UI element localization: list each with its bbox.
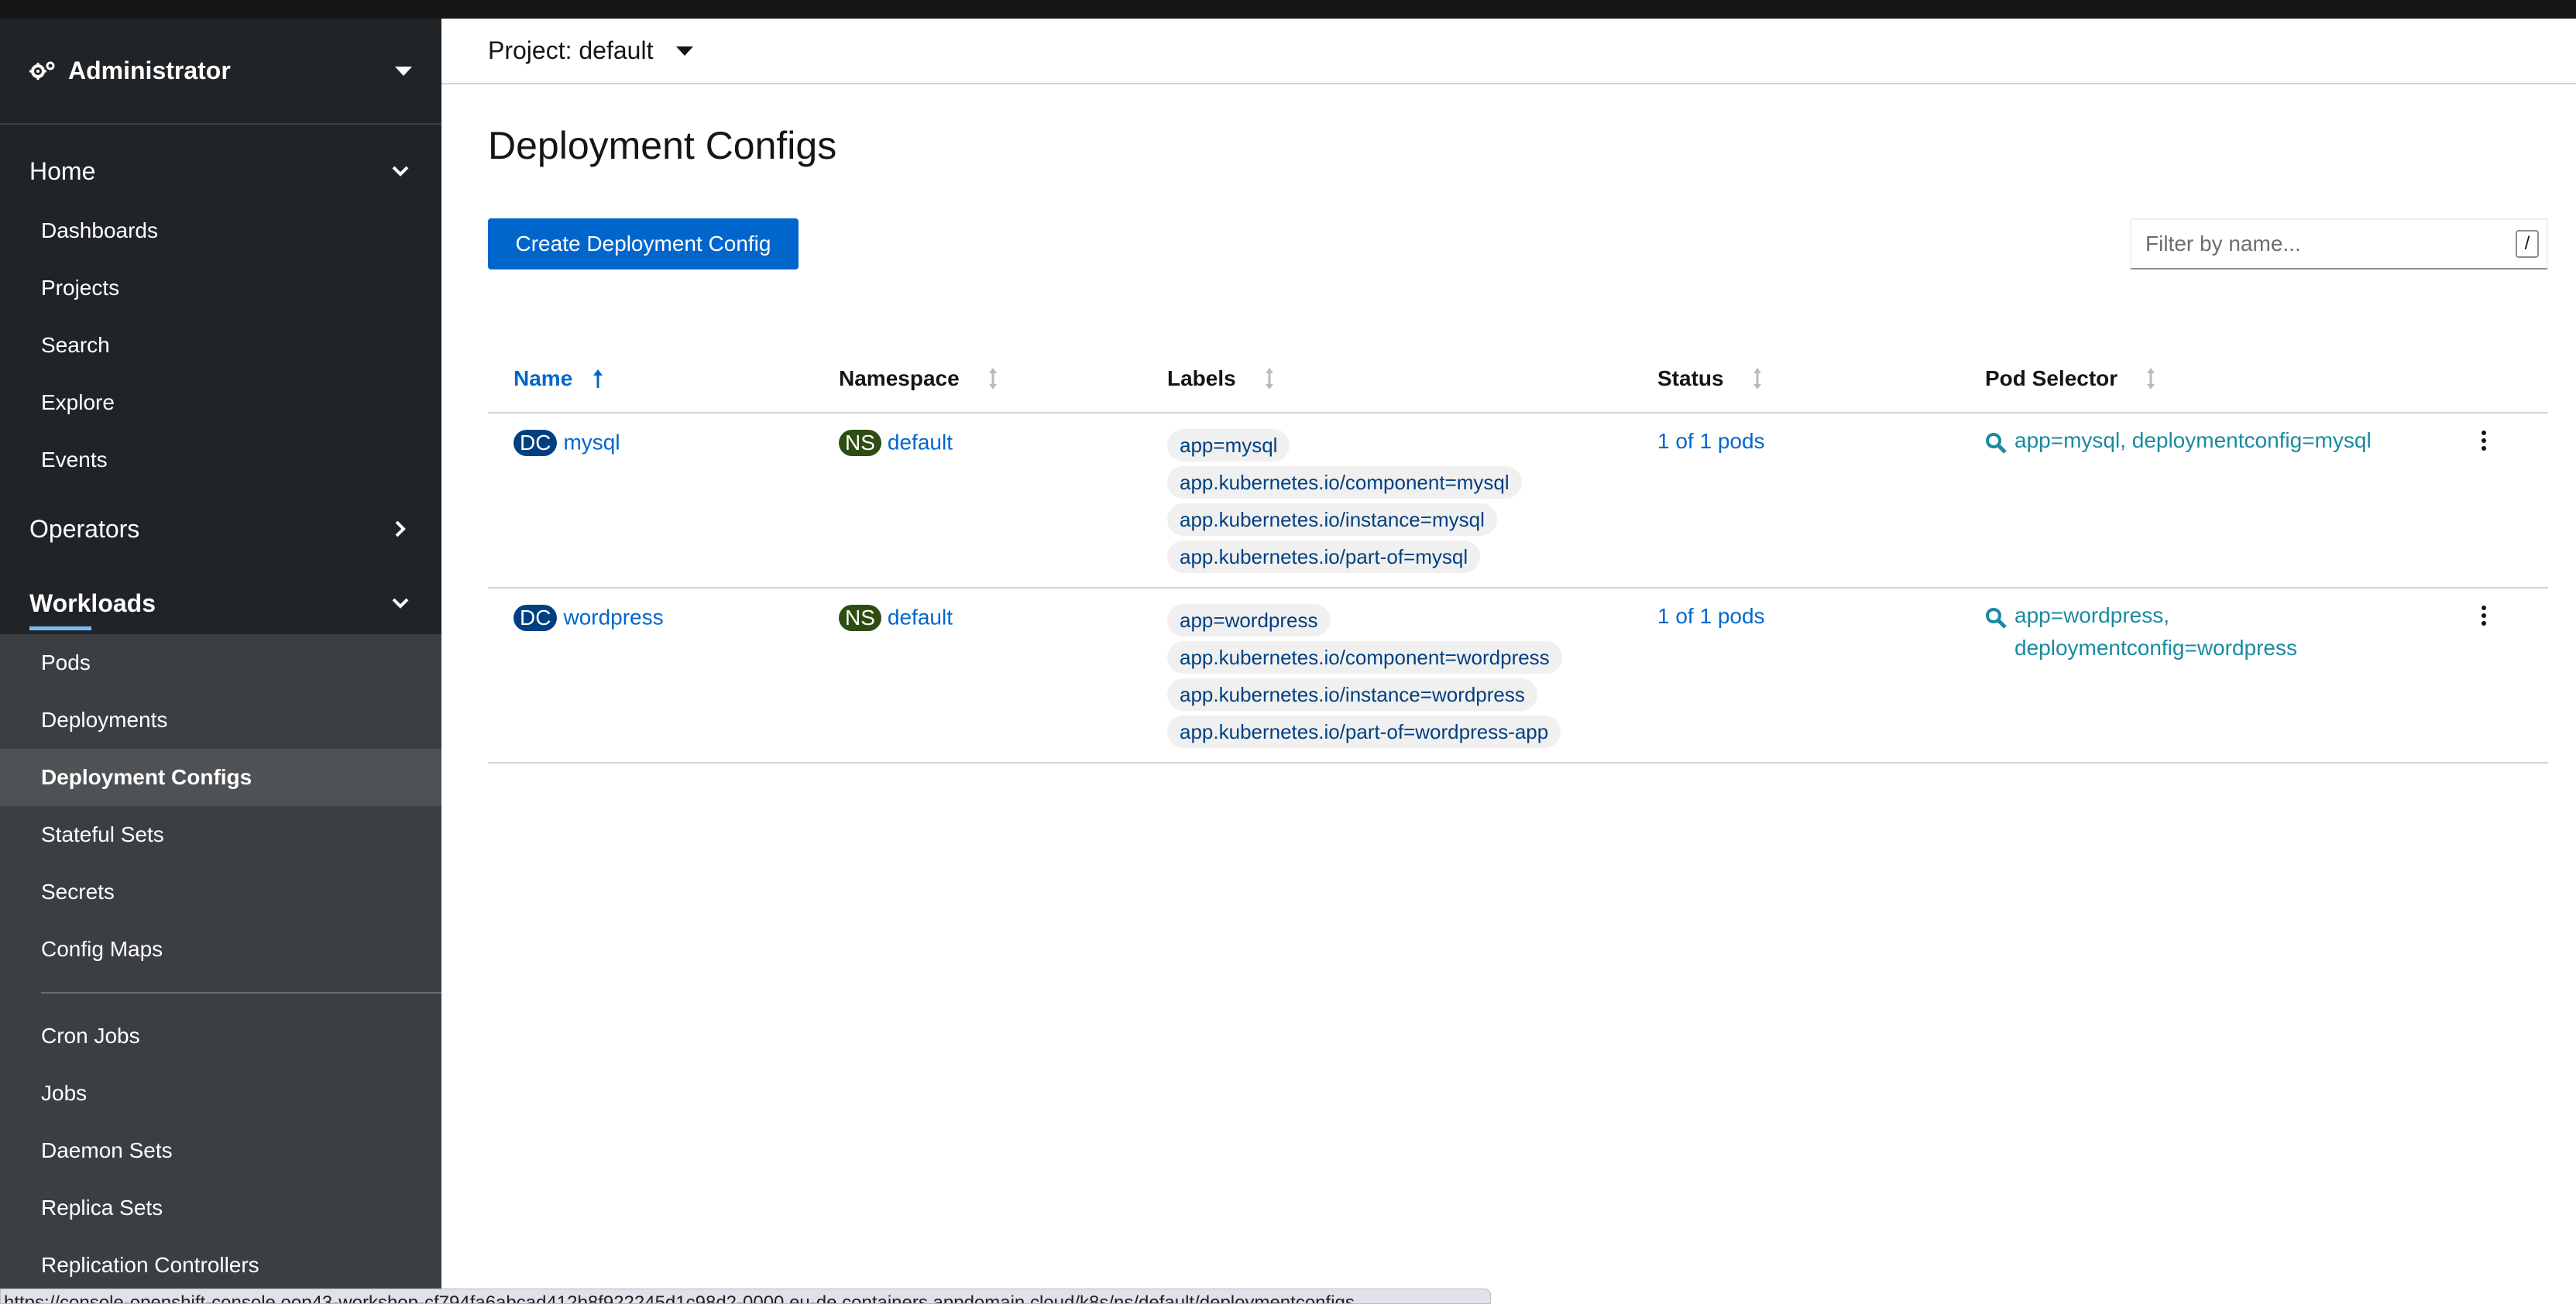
table-row: DC wordpress NS default app=wordpress app.… [488, 589, 2548, 764]
sidebar-item-cron-jobs[interactable]: Cron Jobs [0, 1007, 441, 1065]
label-chip[interactable]: app.kubernetes.io/instance=mysql [1167, 503, 1497, 536]
table-row: DC mysql NS default app=mysql app.kubernet… [488, 414, 2548, 589]
label-chip[interactable]: app=mysql [1167, 429, 1290, 462]
pod-selector-cell[interactable]: app=mysql, deploymentconfig=mysql [1985, 424, 2372, 463]
sort-icon [987, 367, 998, 390]
pod-selector-line: app=mysql, deploymentconfig=mysql [2014, 428, 2372, 452]
perspective-label: Administrator [68, 57, 231, 84]
pod-selector-line: deploymentconfig=wordpress [2014, 636, 2297, 660]
labels-cell: app=wordpress app.kubernetes.io/componen… [1167, 604, 1562, 748]
namespace-link[interactable]: default [888, 431, 953, 455]
deployment-config-link[interactable]: mysql [563, 431, 620, 455]
nav-section-home-label: Home [29, 156, 96, 185]
name-cell: DC wordpress [513, 604, 664, 631]
label-chip[interactable]: app.kubernetes.io/instance=wordpress [1167, 678, 1537, 711]
chevron-right-icon [389, 517, 412, 540]
pod-selector-text: app=mysql, deploymentconfig=mysql [2014, 424, 2372, 457]
deployment-config-link[interactable]: wordpress [563, 606, 663, 630]
column-header-pod-selector-label: Pod Selector [1985, 366, 2118, 390]
sidebar-item-search[interactable]: Search [0, 317, 441, 374]
cogs-icon [29, 58, 56, 84]
sidebar-item-config-maps[interactable]: Config Maps [0, 921, 441, 978]
caret-down-icon[interactable] [676, 46, 694, 56]
sidebar-item-dashboards[interactable]: Dashboards [0, 202, 441, 259]
nav-workloads-items: Pods Deployments Deployment Configs Stat… [0, 634, 441, 1294]
sidebar-item-secrets[interactable]: Secrets [0, 863, 441, 921]
namespace-link[interactable]: default [888, 606, 953, 630]
sidebar: Administrator Home Dashboards Projects S… [0, 19, 441, 1304]
kebab-menu-icon[interactable] [2479, 606, 2488, 626]
label-chip[interactable]: app.kubernetes.io/component=mysql [1167, 466, 1522, 499]
label-chip[interactable]: app.kubernetes.io/component=wordpress [1167, 641, 1562, 674]
page-title: Deployment Configs [488, 124, 837, 167]
table-header: Name Namespace Labels Status Pod Selecto… [488, 344, 2548, 414]
sidebar-item-replication-controllers[interactable]: Replication Controllers [0, 1237, 441, 1294]
column-header-namespace-label: Namespace [839, 366, 960, 390]
column-header-name-label: Name [513, 366, 573, 390]
sidebar-item-deployments[interactable]: Deployments [0, 691, 441, 749]
search-icon [1985, 606, 2007, 638]
filter-by-name-input[interactable] [2144, 231, 2516, 257]
main-content: Project: default Deployment Configs Crea… [441, 19, 2576, 1304]
nav-home-items: Dashboards Projects Search Explore Event… [0, 202, 441, 489]
keyboard-shortcut-hint: / [2516, 230, 2539, 258]
ns-badge: NS [839, 429, 881, 456]
column-header-pod-selector[interactable]: Pod Selector [1985, 344, 2156, 414]
sidebar-item-pods[interactable]: Pods [0, 634, 441, 691]
name-cell: DC mysql [513, 429, 620, 456]
column-header-labels-label: Labels [1167, 366, 1236, 390]
browser-status-url: https://console-openshift-console.oop43-… [0, 1289, 1491, 1304]
column-header-labels[interactable]: Labels [1167, 344, 1275, 414]
sort-icon [1752, 367, 1763, 390]
sidebar-item-stateful-sets[interactable]: Stateful Sets [0, 806, 441, 863]
column-header-status[interactable]: Status [1657, 344, 1763, 414]
label-chip[interactable]: app=wordpress [1167, 604, 1331, 637]
search-icon [1985, 431, 2007, 463]
browser-top-bar [0, 0, 2576, 19]
sort-icon [2145, 367, 2156, 390]
label-chip[interactable]: app.kubernetes.io/part-of=mysql [1167, 540, 1481, 573]
sidebar-item-jobs[interactable]: Jobs [0, 1065, 441, 1122]
status-link[interactable]: 1 of 1 pods [1657, 604, 1765, 629]
project-selector[interactable]: Project: default [488, 36, 653, 65]
nav-section-workloads[interactable]: Workloads [0, 572, 441, 634]
nav-section-operators-label: Operators [29, 514, 140, 543]
label-chip[interactable]: app.kubernetes.io/part-of=wordpress-app [1167, 715, 1561, 748]
column-header-status-label: Status [1657, 366, 1724, 390]
pod-selector-text: app=wordpress, deploymentconfig=wordpres… [2014, 599, 2297, 664]
column-header-name[interactable]: Name [513, 344, 603, 414]
sidebar-item-events[interactable]: Events [0, 431, 441, 489]
nav-divider [41, 992, 441, 993]
sidebar-item-projects[interactable]: Projects [0, 259, 441, 317]
deployment-configs-table: Name Namespace Labels Status Pod Selecto… [488, 344, 2548, 764]
sort-icon [1264, 367, 1275, 390]
sidebar-item-replica-sets[interactable]: Replica Sets [0, 1179, 441, 1237]
sidebar-item-explore[interactable]: Explore [0, 374, 441, 431]
status-link[interactable]: 1 of 1 pods [1657, 429, 1765, 454]
kebab-menu-icon[interactable] [2479, 431, 2488, 451]
create-deployment-config-button[interactable]: Create Deployment Config [488, 218, 799, 269]
sort-ascending-icon [592, 368, 603, 389]
chevron-down-icon [389, 160, 412, 183]
perspective-switcher[interactable]: Administrator [0, 19, 441, 125]
active-section-indicator [29, 626, 91, 630]
nav-section-home[interactable]: Home [0, 140, 441, 202]
chevron-down-icon [389, 592, 412, 615]
namespace-cell: NS default [839, 604, 953, 631]
dc-badge: DC [513, 604, 558, 631]
ns-badge: NS [839, 604, 881, 631]
caret-down-icon [395, 66, 412, 76]
sidebar-item-daemon-sets[interactable]: Daemon Sets [0, 1122, 441, 1179]
pod-selector-cell[interactable]: app=wordpress, deploymentconfig=wordpres… [1985, 599, 2297, 664]
nav-section-workloads-label: Workloads [29, 589, 156, 617]
column-header-namespace[interactable]: Namespace [839, 344, 998, 414]
dc-badge: DC [513, 429, 558, 456]
pod-selector-line: app=wordpress, [2014, 603, 2170, 627]
sidebar-item-deployment-configs[interactable]: Deployment Configs [0, 749, 441, 806]
nav-section-operators[interactable]: Operators [0, 498, 441, 560]
labels-cell: app=mysql app.kubernetes.io/component=my… [1167, 429, 1522, 573]
namespace-cell: NS default [839, 429, 953, 456]
filter-box: / [2130, 218, 2548, 269]
project-bar: Project: default [441, 19, 2576, 84]
